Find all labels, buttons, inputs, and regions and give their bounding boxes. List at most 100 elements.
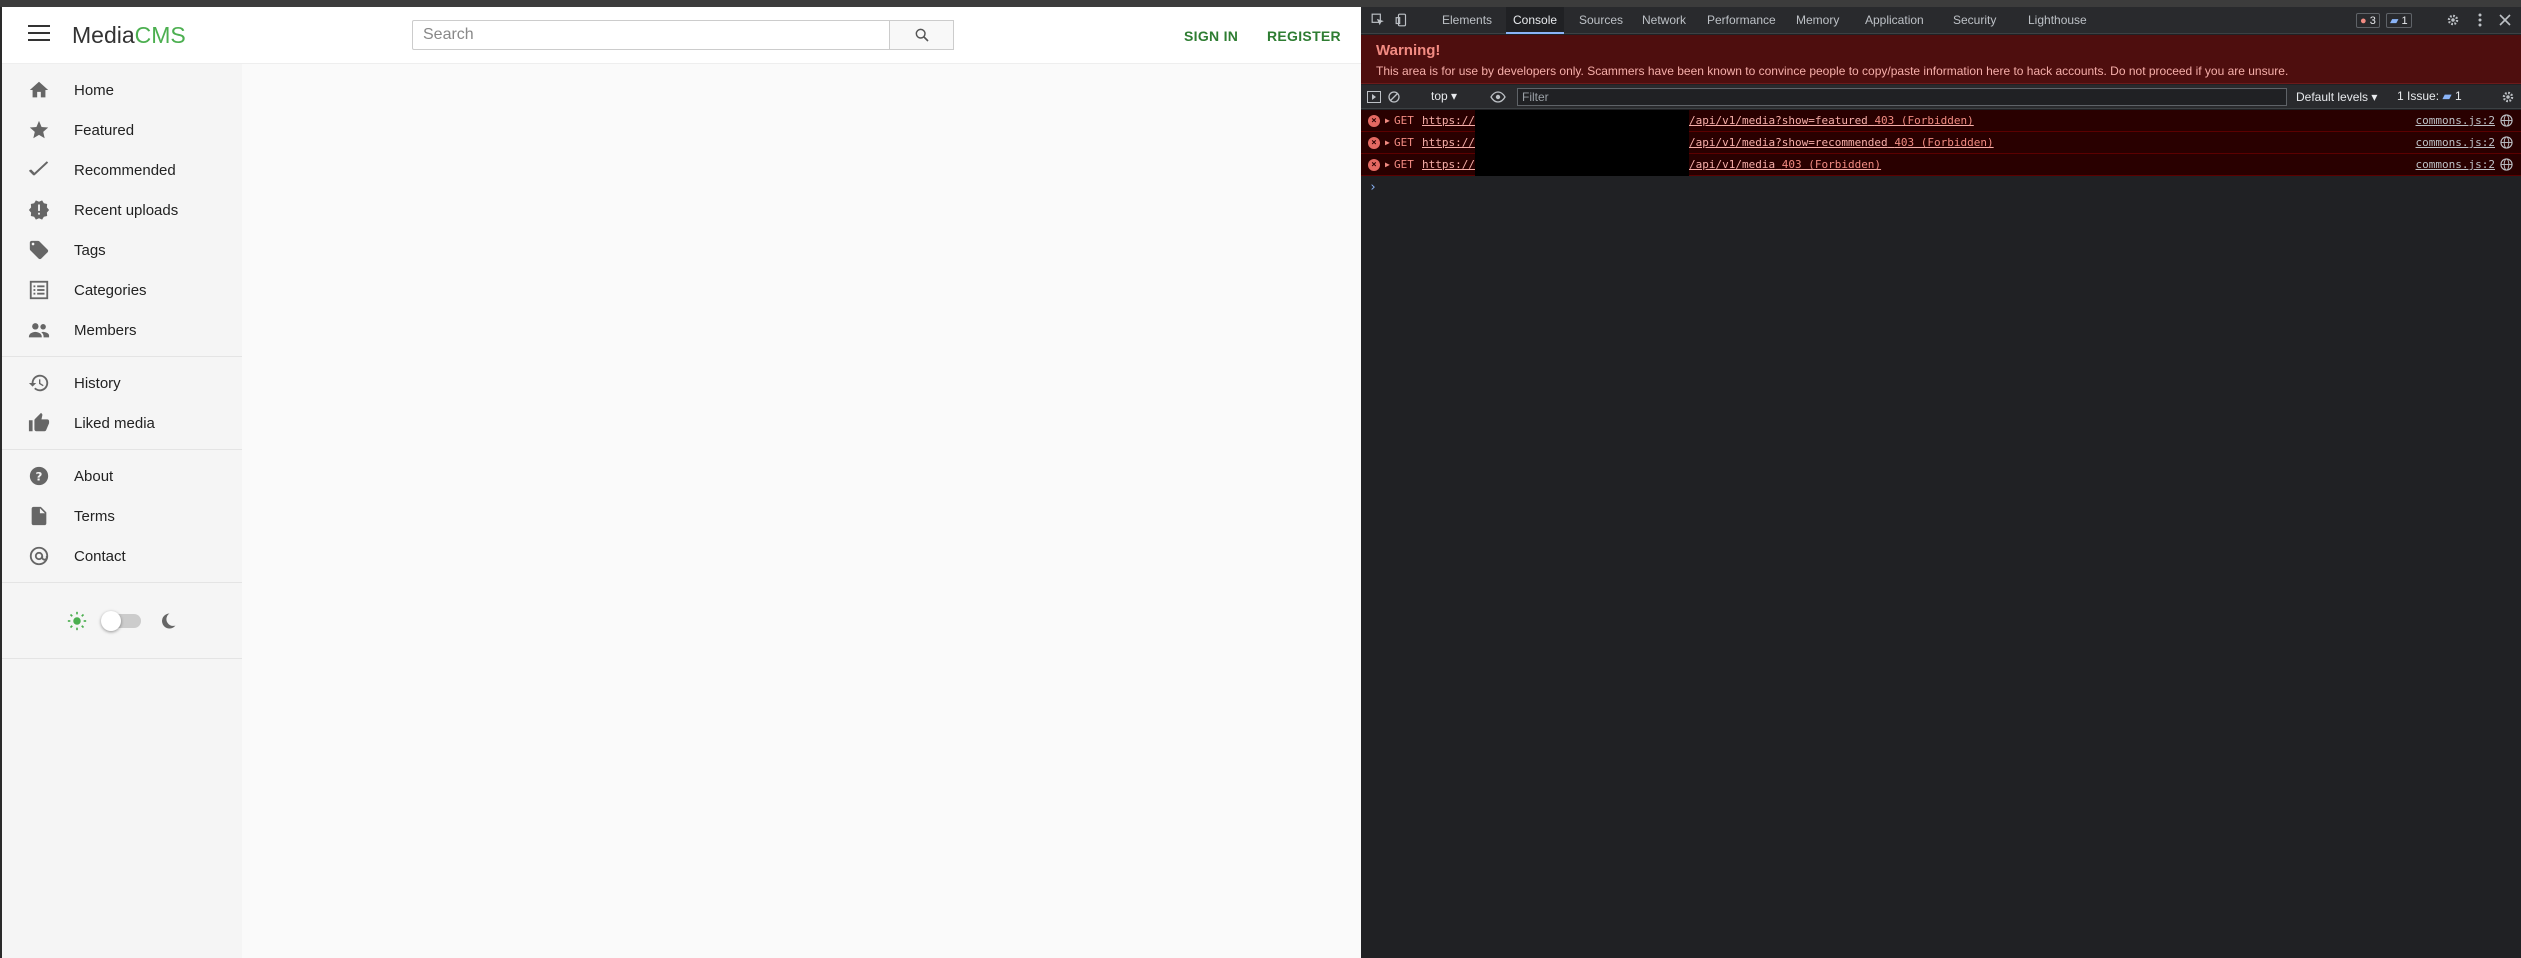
sidebar-item-contact[interactable]: Contact <box>2 536 242 576</box>
settings-icon[interactable] <box>2444 11 2462 29</box>
redacted-host <box>1475 154 1689 176</box>
star-icon <box>28 119 50 141</box>
console-prompt[interactable]: › <box>1369 180 1377 195</box>
request-url[interactable]: /api/v1/media?show=recommended 403 (Forb… <box>1689 132 1994 154</box>
window-top-strip <box>0 0 2521 7</box>
theme-switcher <box>2 583 242 659</box>
sidebar-item-history[interactable]: History <box>2 363 242 403</box>
redacted-host <box>1475 132 1689 154</box>
tab-lighthouse[interactable]: Lighthouse <box>2021 7 2094 34</box>
error-icon: × <box>1368 159 1380 171</box>
register-link[interactable]: REGISTER <box>1267 28 1341 44</box>
sidebar-item-featured[interactable]: Featured <box>2 110 242 150</box>
request-url-prefix[interactable]: https:// <box>1422 132 1475 154</box>
log-levels-dropdown[interactable]: Default levels ▾ <box>2296 90 2377 104</box>
svg-text:?: ? <box>36 470 43 484</box>
tab-elements[interactable]: Elements <box>1435 7 1499 34</box>
home-icon <box>28 79 50 101</box>
menu-icon[interactable] <box>28 25 50 45</box>
sidebar-item-label: About <box>74 467 114 485</box>
request-method: GET <box>1394 114 1414 127</box>
more-options-icon[interactable] <box>2471 11 2489 29</box>
console-error-row[interactable]: × ▶ GET https:// /api/v1/media 403 (Forb… <box>1361 154 2521 176</box>
console-settings-icon[interactable] <box>2499 88 2517 106</box>
tab-memory[interactable]: Memory <box>1789 7 1846 34</box>
request-method: GET <box>1394 136 1414 149</box>
sidebar: Home Featured Recommended Recent uploads… <box>2 64 242 958</box>
sidebar-item-label: Tags <box>74 241 106 259</box>
sidebar-item-label: Recommended <box>74 161 176 179</box>
error-count-badge[interactable]: ● 3 <box>2356 13 2380 28</box>
tab-sources[interactable]: Sources <box>1572 7 1630 34</box>
sidebar-item-about[interactable]: ? About <box>2 456 242 496</box>
message-icon: ▰ <box>2442 89 2452 103</box>
tab-network[interactable]: Network <box>1635 7 1693 34</box>
clear-console-icon[interactable] <box>1385 88 1403 106</box>
network-globe-icon[interactable] <box>2500 114 2513 127</box>
main-content <box>242 64 1361 958</box>
request-url-prefix[interactable]: https:// <box>1422 154 1475 176</box>
list-icon <box>28 279 50 301</box>
console-toolbar: top ▾ Default levels ▾ 1 Issue: ▰ 1 <box>1361 85 2521 109</box>
warning-title: Warning! <box>1376 42 1441 59</box>
source-link[interactable]: commons.js:2 <box>2416 154 2495 176</box>
sidebar-item-label: Featured <box>74 121 135 139</box>
sidebar-item-label: Recent uploads <box>74 201 179 219</box>
mediacms-app: MediaCMS SIGN IN REGISTER Home Featured … <box>0 7 1361 958</box>
theme-toggle[interactable] <box>101 610 141 631</box>
tag-icon <box>28 239 50 261</box>
moon-icon[interactable] <box>159 612 177 630</box>
sidebar-item-liked-media[interactable]: Liked media <box>2 403 242 443</box>
issues-button[interactable]: 1 Issue: ▰ 1 <box>2397 89 2462 103</box>
source-link[interactable]: commons.js:2 <box>2416 110 2495 132</box>
console-error-row[interactable]: × ▶ GET https:// /api/v1/media?show=reco… <box>1361 132 2521 154</box>
sidebar-item-label: Categories <box>74 281 147 299</box>
eye-icon[interactable] <box>1489 88 1507 106</box>
at-sign-icon <box>28 545 50 567</box>
source-link[interactable]: commons.js:2 <box>2416 132 2495 154</box>
check-double-icon <box>28 159 50 181</box>
filter-input[interactable] <box>1517 88 2287 106</box>
sidebar-item-recent-uploads[interactable]: Recent uploads <box>2 190 242 230</box>
new-releases-icon <box>28 199 50 221</box>
sun-icon[interactable] <box>67 611 87 631</box>
theme-toggle-knob <box>101 610 121 631</box>
device-toolbar-icon[interactable] <box>1393 11 1411 29</box>
sidebar-item-tags[interactable]: Tags <box>2 230 242 270</box>
devtools-panel: Elements Console Sources Network Perform… <box>1361 7 2521 958</box>
sidebar-item-label: Liked media <box>74 414 155 432</box>
tab-performance[interactable]: Performance <box>1700 7 1783 34</box>
request-url[interactable]: /api/v1/media 403 (Forbidden) <box>1689 154 1881 176</box>
site-logo[interactable]: MediaCMS <box>72 22 186 49</box>
sidebar-item-terms[interactable]: Terms <box>2 496 242 536</box>
sidebar-item-label: Contact <box>74 547 126 565</box>
inspect-element-icon[interactable] <box>1369 11 1387 29</box>
sidebar-item-home[interactable]: Home <box>2 70 242 110</box>
expand-triangle-icon[interactable]: ▶ <box>1385 132 1390 154</box>
sign-in-link[interactable]: SIGN IN <box>1184 28 1238 44</box>
search-input[interactable] <box>412 20 890 50</box>
close-icon[interactable] <box>2496 11 2514 29</box>
sidebar-item-recommended[interactable]: Recommended <box>2 150 242 190</box>
request-url-prefix[interactable]: https:// <box>1422 110 1475 132</box>
console-error-row[interactable]: × ▶ GET https:// /api/v1/media?show=feat… <box>1361 110 2521 132</box>
context-select[interactable]: top ▾ <box>1431 89 1457 103</box>
sidebar-item-members[interactable]: Members <box>2 310 242 350</box>
network-globe-icon[interactable] <box>2500 136 2513 149</box>
sidebar-toggle-icon[interactable] <box>1365 88 1383 106</box>
sidebar-group-main: Home Featured Recommended Recent uploads… <box>2 64 242 357</box>
sidebar-item-categories[interactable]: Categories <box>2 270 242 310</box>
document-icon <box>28 505 50 527</box>
tab-security[interactable]: Security <box>1946 7 2003 34</box>
sidebar-group-user: History Liked media <box>2 357 242 450</box>
issue-count-badge[interactable]: ▰ 1 <box>2386 13 2412 28</box>
thumb-up-icon <box>28 412 50 434</box>
network-globe-icon[interactable] <box>2500 158 2513 171</box>
message-icon: ▰ <box>2390 15 2399 27</box>
search-button[interactable] <box>890 20 954 50</box>
expand-triangle-icon[interactable]: ▶ <box>1385 110 1390 132</box>
request-url[interactable]: /api/v1/media?show=featured 403 (Forbidd… <box>1689 110 1974 132</box>
expand-triangle-icon[interactable]: ▶ <box>1385 154 1390 176</box>
tab-console[interactable]: Console <box>1506 7 1565 34</box>
tab-application[interactable]: Application <box>1858 7 1931 34</box>
